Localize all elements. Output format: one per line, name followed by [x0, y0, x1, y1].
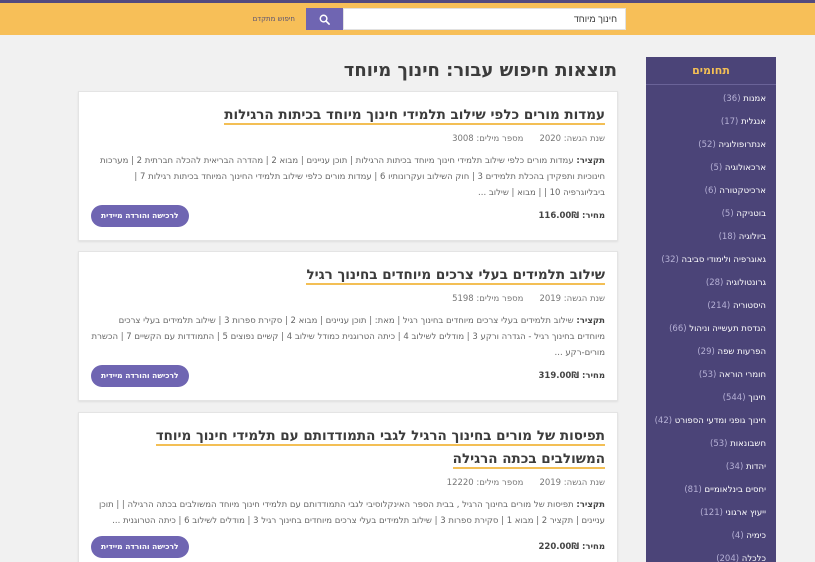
sidebar-item[interactable]: חינוך גופני ומדעי הספורט (42) [654, 415, 766, 428]
buy-download-button[interactable]: לרכישה והורדה מיידית [91, 205, 189, 227]
result-meta: שנת הגשה: 2019 מספר מילים: 5198 [91, 294, 605, 304]
page-title: תוצאות חיפוש עבור: חינוך מיוחד [343, 60, 617, 81]
sidebar-item[interactable]: ביולוגיה (18) [654, 231, 766, 244]
sidebar-item[interactable]: כלכלה (204) [654, 553, 766, 562]
sidebar-categories: תחומים אמנות (36) אנגלית (17) אנתרופולוגיה… [646, 57, 776, 562]
sidebar-item[interactable]: כימיה (4) [654, 530, 766, 543]
sidebar-item[interactable]: הפרעות שפה (29) [654, 346, 766, 359]
result-price: מחיר: 319.00₪ [538, 371, 605, 381]
sidebar-item-count: (36) [723, 94, 741, 104]
sidebar-item-count: (52) [698, 140, 716, 150]
result-price: מחיר: 220.00₪ [538, 542, 605, 552]
sidebar-item-label: אמנות [743, 94, 766, 104]
search-input[interactable] [343, 8, 626, 30]
top-bar: חיפוש מתקדם [0, 0, 815, 35]
sidebar-item[interactable]: חשבונאות (53) [654, 438, 766, 451]
sidebar-item-label: היסטוריה [732, 301, 766, 311]
result-year: שנת הגשה: 2020 [539, 134, 605, 144]
result-word-count: מספר מילים: 5198 [452, 294, 524, 304]
sidebar-item[interactable]: חומרי הוראה (53) [654, 369, 766, 382]
result-year: שנת הגשה: 2019 [539, 294, 605, 304]
sidebar-item-count: (18) [718, 232, 737, 242]
sidebar-item-label: הפרעות שפה [717, 347, 766, 357]
sidebar-item-label: חומרי הוראה [719, 370, 766, 380]
sidebar-item[interactable]: ייעוץ ארגוני (121) [654, 507, 766, 520]
sidebar-item-count: (53) [710, 439, 728, 449]
sidebar-item-label: יחסים בינלאומיים [704, 485, 766, 495]
buy-download-button[interactable]: לרכישה והורדה מיידית [91, 365, 189, 387]
sidebar-item-count: (5) [710, 163, 723, 173]
sidebar-item-label: בוטניקה [736, 209, 766, 219]
sidebar-item-count: (214) [707, 301, 731, 311]
sidebar-item-label: חשבונאות [730, 439, 766, 449]
result-title[interactable]: שילוב תלמידים בעלי צרכים מיוחדים בחינוך … [91, 264, 605, 287]
sidebar-item-count: (17) [720, 117, 739, 127]
result-title[interactable]: תפיסות של מורים בחינוך הרגיל לגבי התמודד… [91, 425, 605, 471]
sidebar-item[interactable]: ארכיטקטורה (6) [654, 185, 766, 198]
sidebar-item[interactable]: היסטוריה (214) [654, 300, 766, 313]
sidebar-item-label: ייעוץ ארגוני [725, 508, 766, 518]
buy-download-button[interactable]: לרכישה והורדה מיידית [91, 536, 189, 558]
result-year: שנת הגשה: 2019 [539, 478, 605, 488]
advanced-search-link[interactable]: חיפוש מתקדם [225, 15, 295, 23]
result-footer: מחיר: 220.00₪ לרכישה והורדה מיידית [91, 536, 605, 558]
sidebar-item-label: חינוך [748, 393, 766, 403]
result-summary: תקציר: עמדות מורים כלפי שילוב תלמידי חינ… [100, 156, 605, 198]
sidebar-item-count: (28) [705, 278, 724, 288]
sidebar-item-label: אנתרופולוגיה [718, 140, 766, 150]
result-footer: מחיר: 319.00₪ לרכישה והורדה מיידית [91, 365, 605, 387]
sidebar-item-count: (4) [731, 531, 744, 541]
sidebar-item-count: (204) [716, 554, 740, 562]
search-button[interactable] [306, 8, 343, 30]
result-card: שילוב תלמידים בעלי צרכים מיוחדים בחינוך … [78, 251, 618, 401]
result-card: עמדות מורים כלפי שילוב תלמידי חינוך מיוח… [78, 91, 618, 241]
result-card: תפיסות של מורים בחינוך הרגיל לגבי התמודד… [78, 412, 618, 562]
sidebar-item-count: (66) [669, 324, 687, 334]
sidebar-item-label: ארכיטקטורה [719, 186, 766, 196]
sidebar-item-count: (42) [654, 416, 673, 426]
sidebar-item[interactable]: בוטניקה (5) [654, 208, 766, 221]
sidebar-item-count: (544) [722, 393, 746, 403]
result-summary: תקציר: שילוב תלמידים בעלי צרכים מיוחדים … [91, 316, 605, 358]
sidebar-item-label: חינוך גופני ומדעי הספורט [674, 416, 766, 426]
sidebar-item-label: גרונטולוגיה [726, 278, 766, 288]
result-footer: מחיר: 116.00₪ לרכישה והורדה מיידית [91, 205, 605, 227]
sidebar-item-count: (5) [721, 209, 734, 219]
sidebar-item-count: (53) [698, 370, 717, 380]
sidebar-item[interactable]: יחסים בינלאומיים (81) [654, 484, 766, 497]
sidebar-item-label: כלכלה [741, 554, 766, 562]
sidebar-item[interactable]: ארכאולוגיה (5) [654, 162, 766, 175]
sidebar-item[interactable]: הנדסת תעשייה וניהול (66) [654, 323, 766, 336]
result-word-count: מספר מילים: 12220 [446, 478, 524, 488]
sidebar-item-count: (121) [700, 508, 723, 518]
result-meta: שנת הגשה: 2019 מספר מילים: 12220 [91, 478, 605, 488]
sidebar-item[interactable]: אנגלית (17) [654, 116, 766, 129]
sidebar-item[interactable]: יהדות (34) [654, 461, 766, 474]
sidebar-item-count: (29) [697, 347, 715, 357]
sidebar-item[interactable]: אמנות (36) [654, 93, 766, 106]
result-title[interactable]: עמדות מורים כלפי שילוב תלמידי חינוך מיוח… [91, 104, 605, 127]
result-meta: שנת הגשה: 2020 מספר מילים: 3008 [91, 134, 605, 144]
sidebar-item-label: הנדסת תעשייה וניהול [689, 324, 766, 334]
sidebar-item-label: ביולוגיה [738, 232, 766, 242]
sidebar-item-label: כימיה [746, 531, 766, 541]
sidebar-item-count: (32) [661, 255, 679, 265]
result-word-count: מספר מילים: 3008 [452, 134, 524, 144]
sidebar-item-count: (6) [704, 186, 717, 196]
result-summary: תקציר: תפיסות של מורים בחינוך הרגיל , בב… [98, 500, 605, 526]
sidebar-item-count: (34) [725, 462, 744, 472]
result-price: מחיר: 116.00₪ [538, 211, 605, 221]
sidebar-list: אמנות (36) אנגלית (17) אנתרופולוגיה (52) אר… [646, 85, 776, 562]
sidebar-item-label: אנגלית [741, 117, 766, 127]
sidebar-item-label: גאוגרפיה ולימודי סביבה [681, 255, 766, 265]
sidebar-item[interactable]: גאוגרפיה ולימודי סביבה (32) [654, 254, 766, 267]
sidebar-item-label: ארכאולוגיה [724, 163, 766, 173]
sidebar-item-label: יהדות [746, 462, 766, 472]
sidebar-title: תחומים [646, 57, 776, 85]
sidebar-item[interactable]: אנתרופולוגיה (52) [654, 139, 766, 152]
sidebar-item-count: (81) [684, 485, 702, 495]
sidebar-item[interactable]: גרונטולוגיה (28) [654, 277, 766, 290]
sidebar-item[interactable]: חינוך (544) [654, 392, 766, 405]
search-icon [319, 14, 330, 25]
